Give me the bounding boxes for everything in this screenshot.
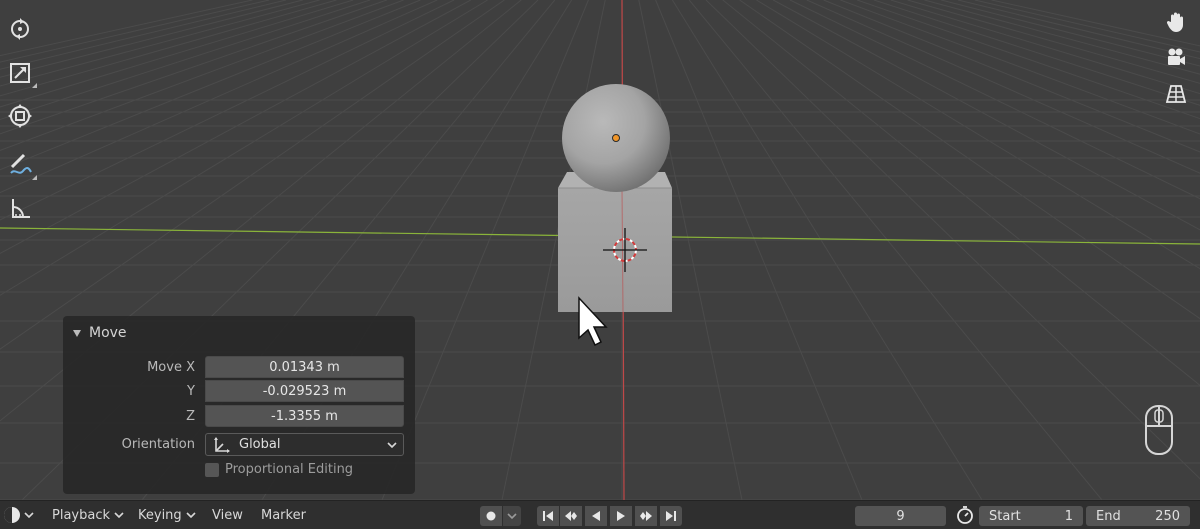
move-z-field[interactable]: -1.3355 m [205, 405, 404, 427]
clock-editor-icon [4, 507, 20, 523]
view-menu[interactable]: View [212, 501, 243, 529]
chevron-down-icon [114, 512, 124, 519]
start-value: 1 [1064, 508, 1073, 524]
keying-menu-label: Keying [138, 507, 182, 523]
playback-menu[interactable]: Playback [52, 501, 124, 529]
end-frame-field[interactable]: End 250 [1086, 506, 1190, 526]
panel-title: Move [89, 325, 127, 341]
mouse-icon [1144, 404, 1174, 456]
end-label: End [1096, 508, 1121, 524]
jump-end-button[interactable] [660, 506, 682, 526]
pan-view-button[interactable] [1160, 6, 1192, 38]
transform-tool-button[interactable] [3, 99, 37, 133]
cube-object[interactable] [558, 172, 672, 312]
prev-keyframe-button[interactable] [560, 506, 582, 526]
rotate-icon [11, 18, 29, 40]
chevron-down-icon [507, 513, 517, 520]
current-frame-field[interactable]: 9 [855, 506, 946, 526]
measure-icon [12, 199, 30, 218]
start-frame-field[interactable]: Start 1 [979, 506, 1083, 526]
play-button[interactable] [610, 506, 632, 526]
perspective-toggle-button[interactable] [1160, 78, 1192, 110]
move-y-label: Y [187, 384, 195, 399]
chevron-down-icon [387, 441, 397, 448]
move-x-label: Move X [147, 360, 195, 375]
camera-icon [1168, 48, 1185, 65]
editor-type-selector[interactable] [2, 501, 34, 529]
prev-keyframe-icon [565, 511, 577, 521]
jump-end-icon [666, 511, 676, 521]
record-icon [486, 511, 496, 521]
timeline-header: Playback Keying View Marker 9 Start 1 En… [0, 500, 1200, 529]
chevron-down-icon [24, 512, 34, 519]
camera-view-button[interactable] [1160, 42, 1192, 74]
start-label: Start [989, 508, 1021, 524]
transform-icon [8, 104, 32, 128]
use-preview-range-toggle[interactable] [955, 501, 975, 529]
orientation-axes-icon [214, 436, 230, 453]
end-value: 250 [1155, 508, 1180, 524]
move-x-field[interactable]: 0.01343 m [205, 356, 404, 378]
grid-perspective-icon [1165, 85, 1187, 103]
stopwatch-icon [957, 506, 973, 524]
next-keyframe-icon [640, 511, 652, 521]
annotate-tool-button[interactable] [3, 148, 37, 182]
scale-tool-button[interactable] [3, 56, 37, 90]
proportional-editing-checkbox[interactable]: Proportional Editing [205, 462, 353, 477]
marker-menu[interactable]: Marker [261, 501, 306, 529]
measure-tool-button[interactable] [3, 192, 37, 226]
jump-start-button[interactable] [537, 506, 559, 526]
orientation-label: Orientation [121, 437, 195, 452]
play-icon [617, 511, 625, 521]
playback-menu-label: Playback [52, 507, 111, 523]
collapse-triangle-icon[interactable] [73, 329, 81, 337]
origin-point [612, 134, 620, 142]
proportional-editing-label: Proportional Editing [225, 462, 354, 477]
move-y-field[interactable]: -0.029523 m [205, 380, 404, 402]
next-keyframe-button[interactable] [635, 506, 657, 526]
annotate-icon [10, 153, 32, 174]
orientation-value: Global [239, 437, 281, 452]
play-reverse-button[interactable] [585, 506, 607, 526]
auto-keying-button[interactable] [480, 506, 502, 526]
chevron-down-icon [186, 512, 196, 519]
move-z-label: Z [186, 409, 195, 424]
hand-pan-icon [1166, 12, 1183, 32]
keying-menu[interactable]: Keying [138, 501, 196, 529]
3d-viewport[interactable]: Move Move X 0.01343 m Y -0.029523 m Z -1… [0, 0, 1200, 500]
rotate-tool-button[interactable] [3, 12, 37, 46]
panel-header[interactable]: Move [73, 322, 127, 344]
play-reverse-icon [592, 511, 600, 521]
keying-options-button[interactable] [503, 506, 521, 526]
scale-icon [10, 63, 30, 83]
jump-start-icon [543, 511, 553, 521]
orientation-dropdown[interactable]: Global [205, 433, 404, 456]
move-operator-panel[interactable]: Move Move X 0.01343 m Y -0.029523 m Z -1… [63, 316, 415, 494]
sphere-object[interactable] [562, 84, 670, 192]
checkbox-box[interactable] [205, 462, 219, 477]
